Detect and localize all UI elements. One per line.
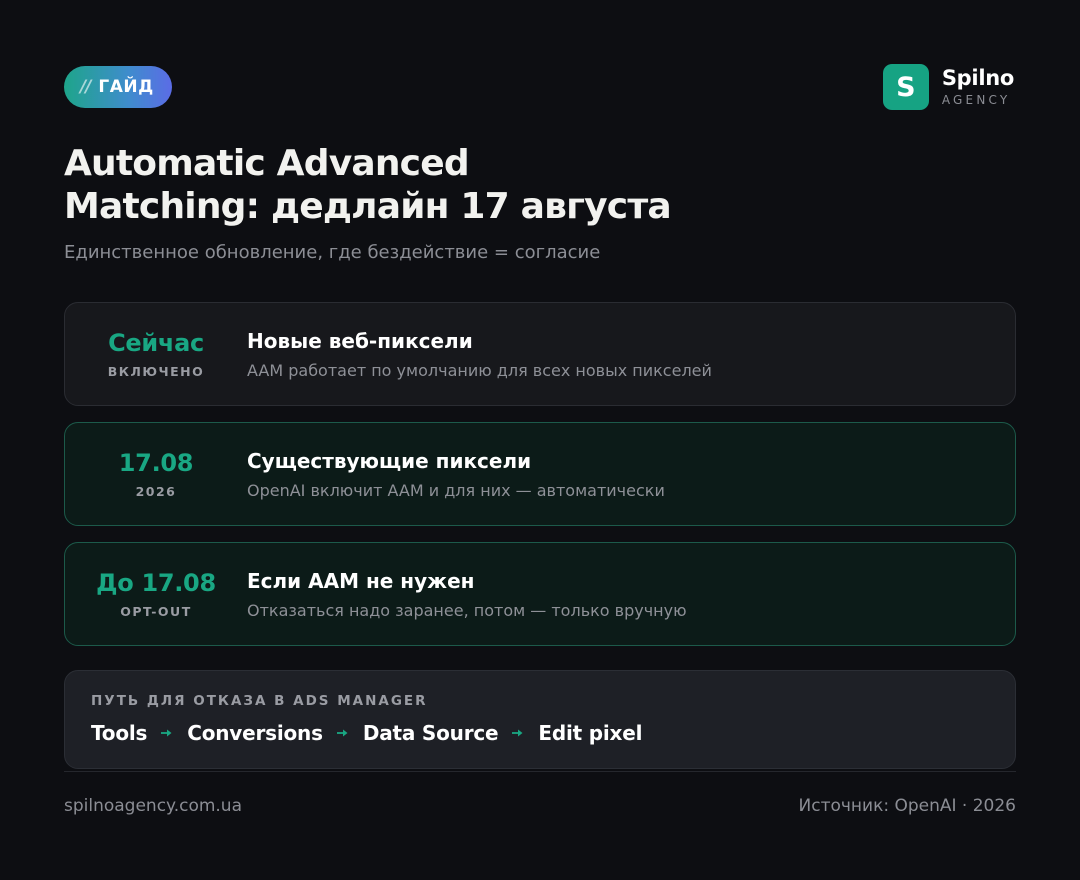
path-step-tools: Tools [91, 721, 148, 745]
path-step-conversions: Conversions [187, 721, 323, 745]
title-line: Matching: дедлайн 17 августа [64, 186, 672, 227]
card-description: Отказаться надо заранее, потом — только … [247, 600, 687, 620]
footer-divider [64, 771, 1016, 772]
date-sub: ВКЛЮЧЕНО [107, 364, 205, 379]
badge-label: ГАЙД [98, 77, 154, 97]
timeline-card-deadline: 17.08 2026 Существующие пиксели OpenAI в… [64, 422, 1016, 526]
brand-sub: AGENCY [941, 93, 1011, 107]
card-description: OpenAI включит AAM и для них — автоматич… [247, 480, 665, 500]
logo-mark-icon: S [882, 64, 929, 110]
footer-website: spilnoagency.com.ua [64, 796, 243, 816]
brand-name: Spilno [941, 66, 1014, 90]
path-step-data-source: Data Source [362, 721, 499, 745]
date-main: Сейчас [108, 329, 204, 357]
path-label: ПУТЬ ДЛЯ ОТКАЗА В ADS MANAGER [91, 693, 428, 709]
date-main: 17.08 [118, 449, 194, 477]
timeline-card-opt-out: До 17.08 OPT-OUT Если AAM не нужен Отказ… [64, 542, 1016, 646]
footer-source: Источник: OpenAI · 2026 [798, 796, 1017, 816]
path-step-edit-pixel: Edit pixel [538, 721, 643, 745]
card-date: До 17.08 OPT-OUT [65, 569, 247, 619]
card-body: Существующие пиксели OpenAI включит AAM … [247, 449, 665, 500]
card-body: Если AAM не нужен Отказаться надо заране… [247, 569, 687, 620]
opt-out-path-box: ПУТЬ ДЛЯ ОТКАЗА В ADS MANAGER Tools Conv… [64, 670, 1016, 769]
date-sub: 2026 [135, 484, 177, 499]
guide-badge: // ГАЙД [64, 66, 172, 108]
title-line: Automatic Advanced [64, 143, 470, 184]
path-breadcrumb: Tools Conversions Data Source Edit pixel [91, 721, 989, 745]
date-sub: OPT-OUT [120, 604, 192, 619]
arrow-right-icon [336, 729, 348, 737]
logo-text: Spilno AGENCY [941, 66, 1014, 107]
arrow-right-icon [512, 729, 523, 737]
timeline-card-now: Сейчас ВКЛЮЧЕНО Новые веб-пиксели AAM ра… [64, 302, 1016, 406]
card-title: Новые веб-пиксели [247, 328, 473, 353]
card-description: AAM работает по умолчанию для всех новых… [247, 360, 712, 380]
card-title: Если AAM не нужен [247, 568, 475, 593]
card-title: Существующие пиксели [247, 448, 532, 473]
page-title: Automatic Advanced Matching: дедлайн 17 … [64, 142, 964, 228]
card-date: Сейчас ВКЛЮЧЕНО [65, 329, 247, 379]
badge-slashes: // [80, 77, 91, 97]
date-main: До 17.08 [96, 569, 216, 597]
arrow-right-icon [161, 729, 172, 737]
card-body: Новые веб-пиксели AAM работает по умолча… [247, 329, 712, 380]
page-subtitle: Единственное обновление, где бездействие… [64, 242, 601, 263]
card-date: 17.08 2026 [65, 449, 247, 499]
brand-logo: S Spilno AGENCY [882, 64, 1014, 110]
